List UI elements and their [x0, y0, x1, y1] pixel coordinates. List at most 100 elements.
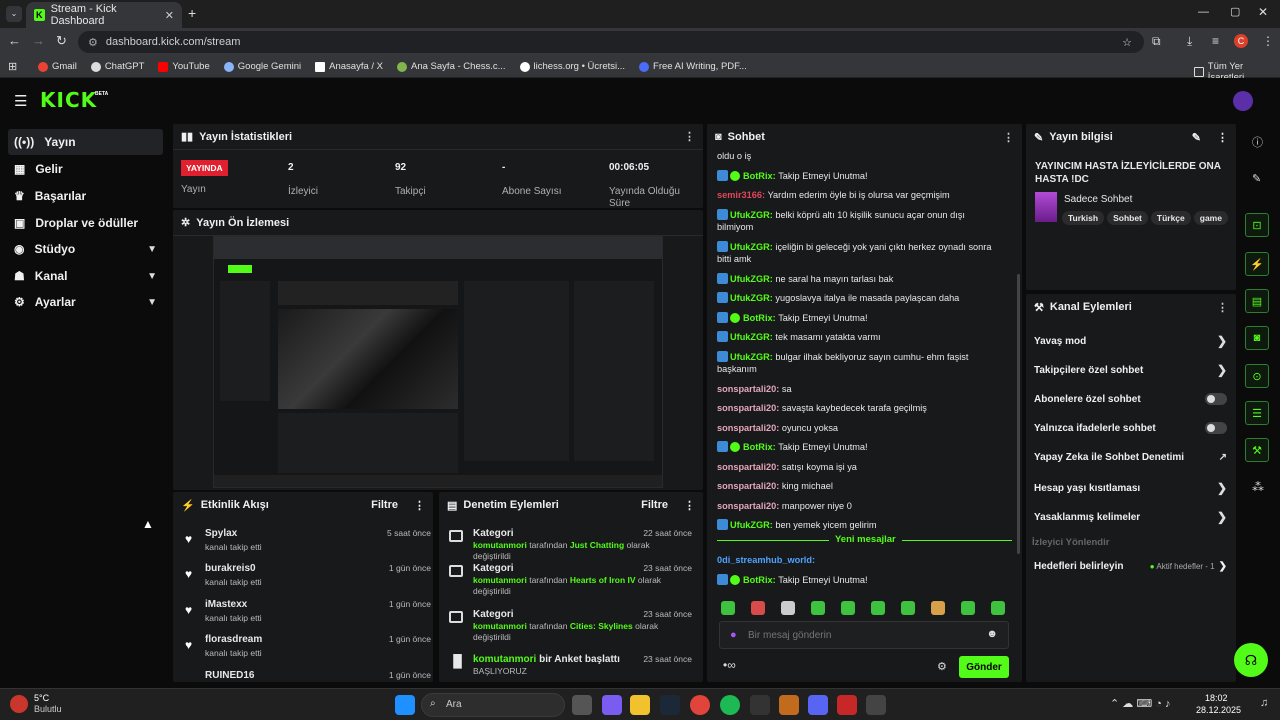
- emote-icon[interactable]: [811, 601, 825, 615]
- taskbar-search[interactable]: ⌕ Ara: [421, 693, 565, 717]
- app-icon[interactable]: [837, 695, 857, 715]
- user-avatar[interactable]: [1233, 91, 1253, 111]
- more-options-icon[interactable]: ⋮: [1217, 131, 1228, 144]
- chat-username[interactable]: sonspartali20:: [717, 501, 782, 511]
- bookmark-lichess[interactable]: lichess.org • Ücretsi...: [519, 61, 625, 72]
- extensions-icon[interactable]: ⧉: [1152, 34, 1161, 49]
- chrome-icon[interactable]: [690, 695, 710, 715]
- spotify-icon[interactable]: [720, 695, 740, 715]
- rail-wrench-icon[interactable]: ⚒: [1245, 438, 1269, 462]
- tag[interactable]: Türkçe: [1150, 211, 1191, 225]
- tag[interactable]: game: [1193, 211, 1228, 225]
- edit-layout-icon[interactable]: ✎: [1252, 172, 1261, 185]
- moderator-name[interactable]: komutanmori: [473, 540, 527, 550]
- info-icon[interactable]: ⓘ: [1252, 134, 1263, 150]
- hamburger-menu-icon[interactable]: ☰: [14, 92, 27, 110]
- sidebar-item-kanal[interactable]: ☗ Kanal ▼: [8, 263, 163, 289]
- browser-menu-icon[interactable]: ⋮: [1262, 34, 1274, 48]
- chat-username[interactable]: sonspartali20:: [717, 423, 782, 433]
- microphone-icon[interactable]: ●: [730, 629, 737, 641]
- chat-username[interactable]: sonspartali20:: [717, 384, 782, 394]
- chat-username[interactable]: BotRix:: [743, 575, 778, 585]
- support-button[interactable]: ☊: [1234, 643, 1268, 677]
- send-button[interactable]: Gönder: [959, 656, 1009, 678]
- chat-username[interactable]: BotRix:: [743, 171, 778, 181]
- notification-icon[interactable]: ♫: [1260, 697, 1268, 709]
- more-options-icon[interactable]: ⋮: [1217, 301, 1228, 314]
- copilot-icon[interactable]: [602, 695, 622, 715]
- activity-user[interactable]: iMastexx: [205, 599, 247, 610]
- sidebar-item-ayarlar[interactable]: ⚙ Ayarlar ▼: [8, 289, 163, 315]
- action-subscribers-only[interactable]: Abonelere özel sohbet: [1034, 393, 1227, 405]
- emote-icon[interactable]: [751, 601, 765, 615]
- tab-list-button[interactable]: ⌄: [6, 6, 22, 22]
- chat-username[interactable]: semir3166:: [717, 190, 768, 200]
- emote-icon[interactable]: [781, 601, 795, 615]
- task-view-icon[interactable]: [572, 695, 592, 715]
- close-tab-icon[interactable]: ✕: [165, 9, 174, 22]
- more-options-icon[interactable]: ⋮: [684, 499, 695, 512]
- rail-document-icon[interactable]: ▤: [1245, 289, 1269, 313]
- forward-icon[interactable]: →: [32, 33, 45, 48]
- infinity-icon[interactable]: •∞: [723, 658, 736, 672]
- system-tray[interactable]: ⌃ ☁ ⌨ ◔ ♪: [1110, 697, 1170, 710]
- bookmark-gemini[interactable]: Google Gemini: [223, 61, 301, 72]
- emoji-icon[interactable]: ☻: [986, 628, 998, 640]
- rail-apps-icon[interactable]: ⁂: [1252, 480, 1264, 494]
- bookmark-ai-writing[interactable]: Free AI Writing, PDF...: [639, 61, 747, 72]
- activity-user[interactable]: burakreis0: [205, 563, 256, 574]
- rail-chat-icon[interactable]: ◙: [1245, 326, 1269, 350]
- minimize-button[interactable]: —: [1198, 6, 1209, 18]
- emotes-only-toggle[interactable]: [1205, 422, 1227, 434]
- chat-username[interactable]: 0di_streamhub_world:: [717, 555, 815, 565]
- new-messages-divider[interactable]: Yeni mesajlar: [717, 534, 1012, 546]
- steam-icon[interactable]: [660, 695, 680, 715]
- epic-games-icon[interactable]: [750, 695, 770, 715]
- address-bar[interactable]: ⚙ dashboard.kick.com/stream ☆: [78, 31, 1144, 53]
- rail-scan-icon[interactable]: ⊡: [1245, 213, 1269, 237]
- reload-icon[interactable]: ↻: [56, 33, 67, 49]
- filter-button[interactable]: Filtre: [371, 499, 398, 511]
- action-followers-only[interactable]: Takipçilere özel sohbet ❯: [1034, 363, 1227, 377]
- profile-avatar[interactable]: C: [1234, 34, 1248, 48]
- chat-username[interactable]: sonspartali20:: [717, 462, 782, 472]
- site-info-icon[interactable]: ⚙: [88, 36, 98, 49]
- chat-username[interactable]: UfukZGR:: [730, 293, 775, 303]
- chat-username[interactable]: sonspartali20:: [717, 481, 782, 491]
- game-launcher-icon[interactable]: [779, 695, 799, 715]
- sidebar-item-droplar[interactable]: ▣ Droplar ve ödüller: [8, 210, 163, 236]
- kick-logo[interactable]: KICK: [40, 88, 97, 112]
- moderator-name[interactable]: komutanmori: [473, 654, 536, 665]
- bookmark-chess[interactable]: Ana Sayfa - Chess.c...: [397, 61, 506, 72]
- chat-username[interactable]: UfukZGR:: [730, 332, 775, 342]
- chat-username[interactable]: UfukZGR:: [730, 210, 775, 220]
- emote-icon[interactable]: [841, 601, 855, 615]
- moderator-name[interactable]: komutanmori: [473, 621, 527, 631]
- tag[interactable]: Sohbet: [1107, 211, 1148, 225]
- file-explorer-icon[interactable]: [630, 695, 650, 715]
- subscribers-only-toggle[interactable]: [1205, 393, 1227, 405]
- more-options-icon[interactable]: ⋮: [414, 499, 425, 512]
- bookmark-gmail[interactable]: Gmail: [38, 61, 77, 72]
- chat-username[interactable]: UfukZGR:: [730, 520, 775, 530]
- new-tab-button[interactable]: +: [188, 5, 196, 21]
- chat-username[interactable]: UfukZGR:: [730, 352, 775, 362]
- chat-username[interactable]: BotRix:: [743, 442, 778, 452]
- windows-start-icon[interactable]: [395, 695, 415, 715]
- chat-scrollbar[interactable]: [1017, 274, 1020, 554]
- rail-lightning-icon[interactable]: ⚡: [1245, 252, 1269, 276]
- emote-icon[interactable]: [721, 601, 735, 615]
- close-window-button[interactable]: ✕: [1258, 5, 1268, 19]
- activity-user[interactable]: florasdream: [205, 634, 262, 645]
- tag[interactable]: Turkish: [1062, 211, 1105, 225]
- rail-layout-icon[interactable]: ☰: [1245, 401, 1269, 425]
- edit-icon[interactable]: ✎: [1192, 131, 1201, 144]
- sidebar-item-basarilar[interactable]: ♛ Başarılar: [8, 183, 163, 209]
- action-account-age[interactable]: Hesap yaşı kısıtlaması ❯: [1034, 481, 1227, 495]
- bookmark-youtube[interactable]: YouTube: [158, 61, 210, 72]
- activity-user[interactable]: Spylax: [205, 528, 237, 539]
- stream-preview-video[interactable]: [213, 236, 663, 488]
- emote-icon[interactable]: [871, 601, 885, 615]
- media-app-icon[interactable]: [866, 695, 886, 715]
- category-name[interactable]: Sadece Sohbet: [1064, 194, 1132, 205]
